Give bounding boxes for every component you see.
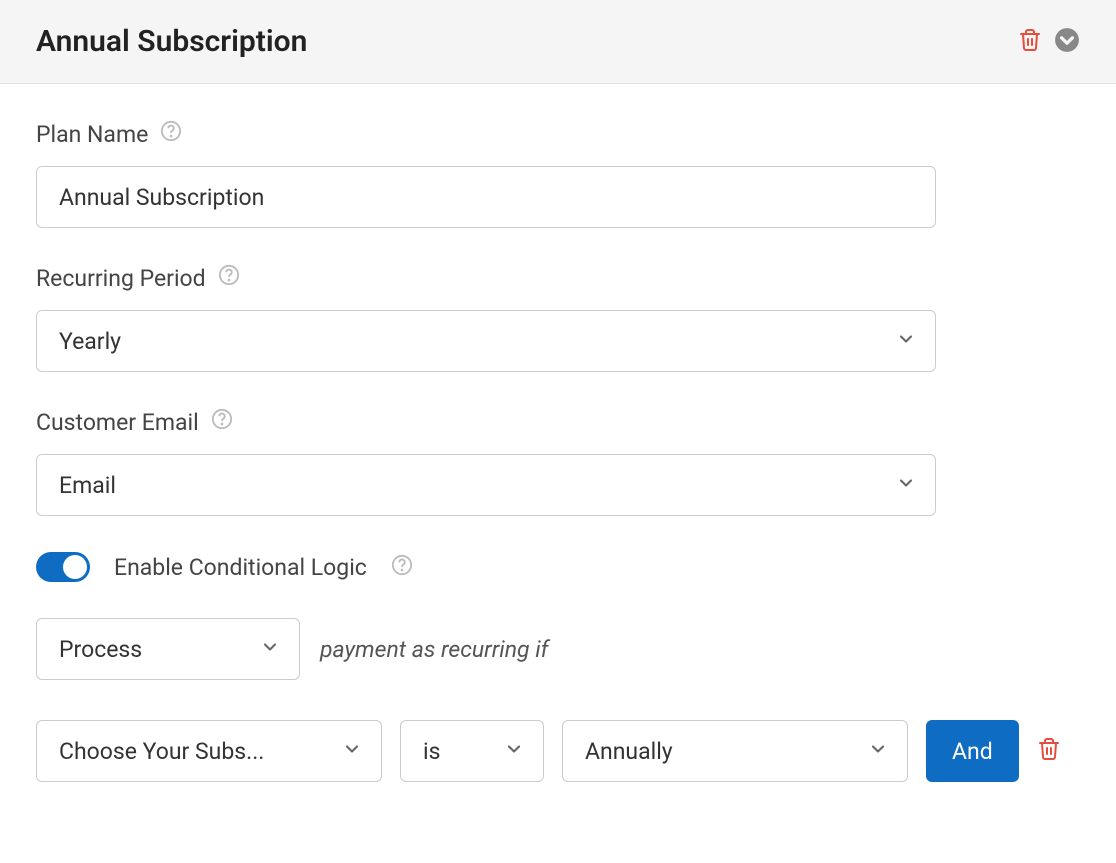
conditional-logic-toggle[interactable] — [36, 552, 90, 582]
header-actions — [1018, 27, 1080, 57]
logic-middle-text: payment as recurring if — [320, 636, 548, 663]
condition-value-select[interactable]: Annually — [562, 720, 908, 782]
panel-header: Annual Subscription — [0, 0, 1116, 84]
conditional-logic-toggle-row: Enable Conditional Logic — [36, 552, 1080, 582]
help-icon[interactable] — [211, 408, 233, 436]
condition-field-select[interactable]: Choose Your Subs... — [36, 720, 382, 782]
customer-email-label: Customer Email — [36, 408, 1080, 436]
recurring-period-field: Recurring Period Yearly — [36, 264, 1080, 372]
plan-name-field: Plan Name — [36, 120, 1080, 228]
toggle-label: Enable Conditional Logic — [114, 554, 367, 581]
condition-row: Choose Your Subs... is Annually — [36, 720, 1080, 782]
toggle-knob — [63, 555, 87, 579]
label-text: Recurring Period — [36, 265, 206, 292]
help-icon[interactable] — [160, 120, 182, 148]
help-icon[interactable] — [218, 264, 240, 292]
panel-content: Plan Name Recurring Period — [0, 84, 1116, 830]
condition-operator-select-wrapper: is — [400, 720, 544, 782]
customer-email-select[interactable]: Email — [36, 454, 936, 516]
plan-name-input[interactable] — [36, 166, 936, 228]
recurring-period-select[interactable]: Yearly — [36, 310, 936, 372]
panel-title: Annual Subscription — [36, 24, 307, 59]
trash-icon[interactable] — [1037, 737, 1061, 765]
customer-email-select-wrapper: Email — [36, 454, 936, 516]
logic-action-row: Process payment as recurring if — [36, 618, 1080, 680]
action-select-wrapper: Process — [36, 618, 300, 680]
and-button[interactable]: And — [926, 720, 1019, 782]
label-text: Plan Name — [36, 121, 148, 148]
help-icon[interactable] — [391, 554, 413, 580]
recurring-period-label: Recurring Period — [36, 264, 1080, 292]
label-text: Customer Email — [36, 409, 199, 436]
collapse-icon[interactable] — [1054, 27, 1080, 57]
condition-field-select-wrapper: Choose Your Subs... — [36, 720, 382, 782]
action-select[interactable]: Process — [36, 618, 300, 680]
trash-icon[interactable] — [1018, 28, 1042, 56]
recurring-period-select-wrapper: Yearly — [36, 310, 936, 372]
plan-name-label: Plan Name — [36, 120, 1080, 148]
condition-value-select-wrapper: Annually — [562, 720, 908, 782]
customer-email-field: Customer Email Email — [36, 408, 1080, 516]
condition-operator-select[interactable]: is — [400, 720, 544, 782]
